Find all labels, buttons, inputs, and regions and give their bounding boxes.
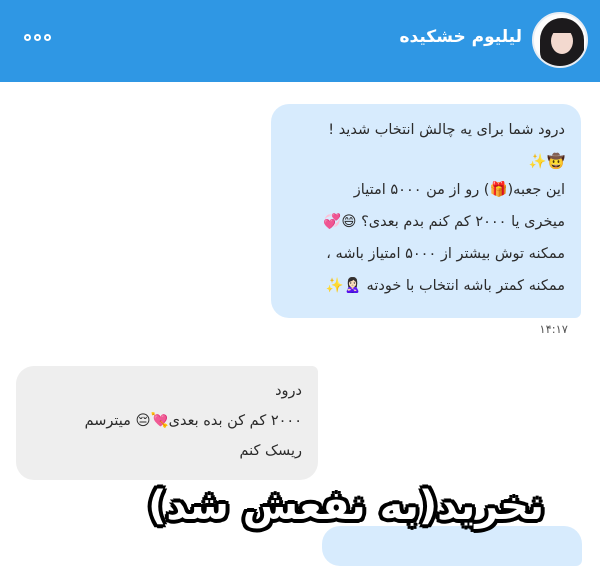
overlay-caption: نخرید(به نفعش شد) xyxy=(148,483,544,529)
message-line: این جعبه(🎁) رو از من ۵۰۰۰ امتیاز xyxy=(353,182,565,198)
avatar-bang xyxy=(548,22,576,33)
more-dot-icon xyxy=(24,33,31,41)
message-line: درود شما برای یه چالش انتخاب شدید ! xyxy=(328,122,565,138)
incoming-message[interactable]: درود شما برای یه چالش انتخاب شدید ! 🤠✨ ا… xyxy=(271,104,581,318)
more-options-button[interactable] xyxy=(24,30,51,44)
more-dot-icon xyxy=(44,33,51,41)
message-timestamp: ۱۴:۱۷ xyxy=(539,322,568,336)
more-dot-icon xyxy=(34,33,41,41)
chat-header: لیلیوم خشکیده xyxy=(0,0,600,82)
outgoing-message[interactable]: درود ۲۰۰۰ کم کن بده بعدی💘😔 میترسم ریسک ک… xyxy=(16,366,318,480)
message-line: ریسک کنم xyxy=(239,443,303,459)
contact-name[interactable]: لیلیوم خشکیده xyxy=(400,27,522,47)
message-line: میخری یا ۲۰۰۰ کم کنم بدم بعدی؟ 😄💞 xyxy=(323,214,565,230)
message-line: ممکنه کمتر باشه انتخاب با خودته 🙎🏻‍♀️✨ xyxy=(325,278,565,294)
chat-screen: لیلیوم خشکیده درود شما برای یه چالش انتخ… xyxy=(0,0,600,566)
message-line: ممکنه توش بیشتر از ۵۰۰۰ امتیاز باشه ، xyxy=(326,246,565,262)
message-line: 🤠✨ xyxy=(528,154,565,170)
avatar[interactable] xyxy=(532,12,588,68)
message-line: درود xyxy=(275,383,302,399)
message-line: ۲۰۰۰ کم کن بده بعدی💘😔 میترسم xyxy=(84,413,302,429)
